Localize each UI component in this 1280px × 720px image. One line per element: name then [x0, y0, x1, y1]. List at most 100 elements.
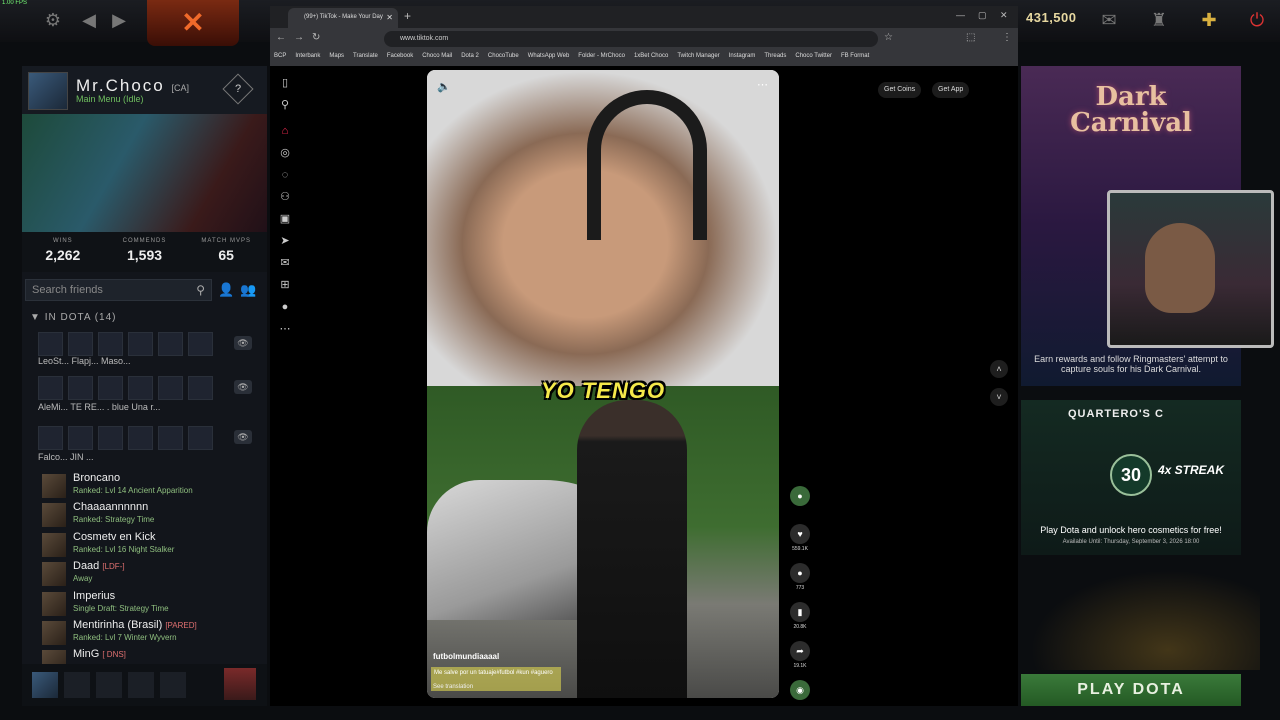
tab-tiktok[interactable]: (99+) TikTok - Make Your Day ✕: [288, 8, 398, 28]
upload-icon[interactable]: ⊞: [276, 276, 294, 294]
friends-panel: Mr.Choco [CA] Main Menu (Idle) ? WINS 2,2…: [22, 66, 267, 706]
new-tab-icon[interactable]: +: [404, 9, 411, 23]
power-icon[interactable]: ⏻: [1246, 9, 1268, 31]
reload-icon[interactable]: ↻: [312, 32, 320, 43]
avatar[interactable]: [28, 72, 68, 110]
menu-icon[interactable]: ⋮: [1002, 32, 1012, 43]
get-coins-button[interactable]: Get Coins: [878, 82, 922, 98]
friend-item[interactable]: Chaaaannnnnn Ranked: Strategy Time: [42, 501, 262, 529]
streak-number: 30: [1110, 454, 1152, 496]
share-button[interactable]: ➦ 19.1K: [790, 641, 810, 669]
next-video-icon[interactable]: ˅: [990, 388, 1008, 406]
like-button[interactable]: ♥ 559.1K: [790, 524, 810, 552]
armory-icon[interactable]: ♜: [1148, 9, 1170, 31]
bookmark[interactable]: Translate: [353, 53, 378, 63]
see-translation-link[interactable]: See translation: [433, 684, 473, 690]
back-icon[interactable]: ←: [276, 32, 286, 43]
dota-logo-button[interactable]: ✕: [147, 0, 239, 46]
bookmark[interactable]: Maps: [329, 53, 344, 63]
get-app-button[interactable]: Get App: [932, 82, 970, 98]
url-input[interactable]: www.tiktok.com: [384, 31, 878, 47]
bookmark[interactable]: Folder - MrChoco: [578, 53, 625, 63]
save-button[interactable]: ▮ 20.8K: [790, 602, 810, 630]
bookmark[interactable]: Facebook: [387, 53, 413, 63]
quartero-event-banner[interactable]: QUARTERO'S C 30 4x STREAK Play Dota and …: [1021, 400, 1241, 555]
chat-avatar[interactable]: [224, 668, 256, 700]
bookmark[interactable]: Instagram: [729, 53, 756, 63]
mail-icon[interactable]: ✉: [1098, 9, 1120, 31]
following-icon[interactable]: ◌: [276, 166, 294, 184]
bookmark[interactable]: Choco Twitter: [795, 53, 832, 63]
profile-icon[interactable]: ●: [276, 298, 294, 316]
bookmark[interactable]: Dota 2: [461, 53, 479, 63]
friend-item[interactable]: Broncano Ranked: Lvl 14 Ancient Appariti…: [42, 472, 262, 500]
party-slot[interactable]: [160, 672, 186, 698]
heart-icon: ♥: [790, 524, 810, 544]
bookmark[interactable]: FB Format: [841, 53, 869, 63]
friends-icon[interactable]: ⚇: [276, 188, 294, 206]
bookmark[interactable]: WhatsApp Web: [528, 53, 570, 63]
settings-gear-icon[interactable]: ⚙: [42, 9, 64, 31]
extensions-icon[interactable]: ⬚: [966, 32, 975, 43]
hero-showcase[interactable]: [22, 114, 267, 232]
headset-shape: [587, 90, 707, 240]
party-row[interactable]: [38, 426, 213, 450]
maximize-icon[interactable]: ▢: [978, 10, 987, 21]
video-player[interactable]: YO TENGO 🔈 ⋯ futbolmundiaaaal Me salve p…: [427, 70, 779, 698]
add-friend-icon[interactable]: 👤: [218, 282, 234, 298]
explore-icon[interactable]: ◎: [276, 144, 294, 162]
previous-video-icon[interactable]: ˄: [990, 360, 1008, 378]
watch-eye-icon[interactable]: 👁: [234, 430, 252, 444]
in-dota-header[interactable]: ▼ IN DOTA (14): [30, 312, 117, 323]
volume-icon[interactable]: 🔈: [437, 80, 451, 93]
friend-item[interactable]: Mentirinha (Brasil) [PARED] Ranked: Lvl 7…: [42, 619, 262, 647]
friend-item[interactable]: Daad [LDF-] Away: [42, 560, 262, 588]
plus-icon[interactable]: ✚: [1198, 9, 1220, 31]
minimize-icon[interactable]: —: [956, 10, 965, 20]
live-icon[interactable]: ▣: [276, 210, 294, 228]
activity-icon[interactable]: ✉: [276, 254, 294, 272]
bookmark[interactable]: ChocoTube: [488, 53, 519, 63]
party-row[interactable]: [38, 332, 213, 356]
party-slot[interactable]: [128, 672, 154, 698]
bookmark[interactable]: Twitch Manager: [677, 53, 719, 63]
star-icon[interactable]: ☆: [884, 32, 893, 43]
more-options-icon[interactable]: ⋯: [757, 78, 768, 91]
close-window-icon[interactable]: ✕: [1000, 10, 1008, 21]
more-icon[interactable]: ⋯: [276, 320, 294, 338]
watch-eye-icon[interactable]: 👁: [234, 336, 252, 350]
bookmark[interactable]: 1xBet Choco: [634, 53, 668, 63]
bookmark[interactable]: Choco Mail: [422, 53, 452, 63]
comment-button[interactable]: ● 773: [790, 563, 810, 591]
music-disc[interactable]: ◉: [790, 680, 810, 700]
friends-group-icon[interactable]: 👥: [240, 282, 256, 298]
dark-carnival-title: Dark Carnival: [1070, 82, 1192, 138]
play-dota-button[interactable]: PLAY DOTA: [1021, 674, 1241, 706]
bookmark[interactable]: Threads: [764, 53, 786, 63]
sidebar-toggle-icon[interactable]: ▯: [276, 74, 294, 92]
party-slot[interactable]: [96, 672, 122, 698]
bookmark[interactable]: Interbank: [295, 53, 320, 63]
watch-eye-icon[interactable]: 👁: [234, 380, 252, 394]
close-tab-icon[interactable]: ✕: [386, 13, 393, 22]
forward-icon[interactable]: →: [294, 32, 304, 43]
profile-name[interactable]: Mr.Choco [CA]: [76, 76, 189, 96]
stat-mvps: MATCH MVPS 65: [201, 238, 251, 263]
help-icon[interactable]: ?: [222, 73, 254, 105]
music-disc-icon: ◉: [790, 680, 810, 700]
creator-avatar[interactable]: ●: [790, 486, 810, 506]
friend-item[interactable]: Cosmetv en Kick Ranked: Lvl 16 Night Sta…: [42, 531, 262, 559]
back-arrow-icon[interactable]: ◀: [78, 9, 100, 31]
friend-item[interactable]: Imperius Single Draft: Strategy Time: [42, 590, 262, 618]
search-icon[interactable]: ⚲: [276, 96, 294, 114]
messages-icon[interactable]: ➤: [276, 232, 294, 250]
party-slot[interactable]: [64, 672, 90, 698]
video-username[interactable]: futbolmundiaaaal: [433, 652, 499, 661]
party-row[interactable]: [38, 376, 213, 400]
home-icon[interactable]: ⌂: [276, 122, 294, 140]
shards-count: 431,500: [1026, 10, 1077, 25]
search-friends-input[interactable]: Search friends ⚲: [25, 279, 212, 301]
party-slot-self[interactable]: [32, 672, 58, 698]
bookmark[interactable]: BCP: [274, 53, 286, 63]
forward-arrow-icon[interactable]: ▶: [108, 9, 130, 31]
